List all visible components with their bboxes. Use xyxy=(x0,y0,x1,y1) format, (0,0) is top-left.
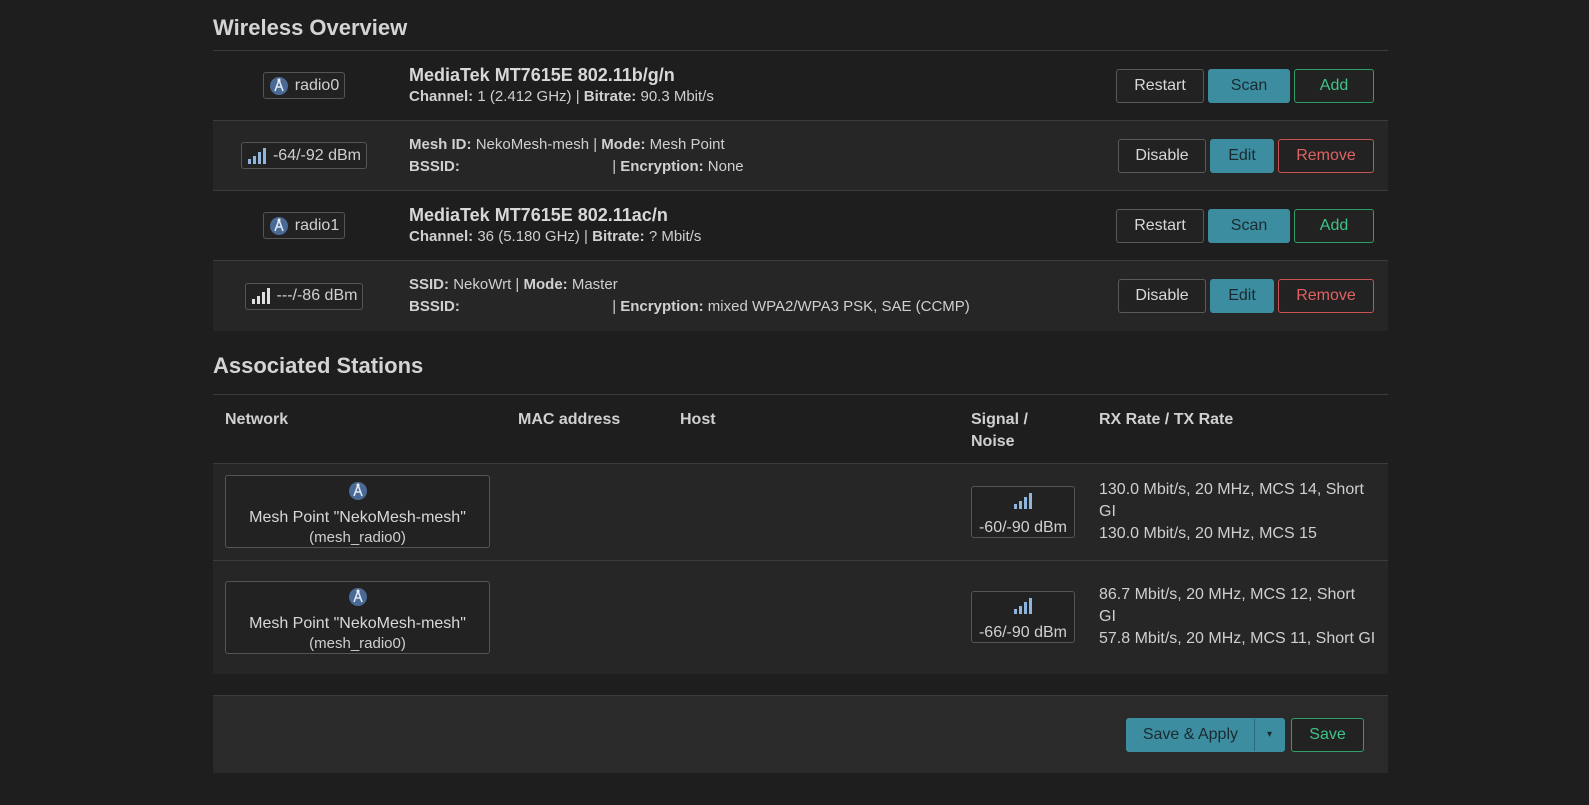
edit-button[interactable]: Edit xyxy=(1210,138,1274,173)
save-button[interactable]: Save xyxy=(1291,717,1364,752)
network-row-master: ---/-86 dBm SSID: NekoWrt | Mode: Master… xyxy=(213,261,1388,331)
stations-table: Network MAC address Host Signal / Noise … xyxy=(213,395,1388,674)
radio-badge: radio0 xyxy=(262,72,346,99)
wifi-radio-icon xyxy=(348,587,368,607)
col-signal-noise: Signal / Noise xyxy=(959,395,1087,464)
network-line-1: Mesh ID: NekoMesh-mesh | Mode: Mesh Poin… xyxy=(409,135,725,153)
remove-button[interactable]: Remove xyxy=(1278,279,1374,313)
table-row: Mesh Point "NekoMesh-mesh" (mesh_radio0)… xyxy=(213,560,1388,674)
host-cell xyxy=(668,463,959,561)
col-rx-tx-rate: RX Rate / TX Rate xyxy=(1087,395,1388,464)
network-line-1: SSID: NekoWrt | Mode: Master xyxy=(409,276,618,293)
disable-button[interactable]: Disable xyxy=(1118,279,1206,313)
mac-cell xyxy=(506,463,668,561)
radio-details: Channel: 1 (2.412 GHz) | Bitrate: 90.3 M… xyxy=(409,87,714,105)
form-footer: Save & Apply ▾ Save xyxy=(213,695,1388,773)
radio-title: MediaTek MT7615E 802.11b/g/n xyxy=(409,64,675,85)
add-button[interactable]: Add xyxy=(1294,68,1374,103)
col-mac-address: MAC address xyxy=(506,395,668,464)
signal-badge: ---/-86 dBm xyxy=(244,282,364,310)
chevron-down-icon[interactable]: ▾ xyxy=(1254,718,1284,751)
signal-strength-icon xyxy=(247,147,267,165)
save-apply-button[interactable]: Save & Apply xyxy=(1127,719,1254,751)
radio-details: Channel: 36 (5.180 GHz) | Bitrate: ? Mbi… xyxy=(409,227,702,245)
main-content: Wireless Overview radio0 MediaTek MT7615… xyxy=(213,0,1388,773)
signal-badge: -60/-90 dBm xyxy=(971,485,1075,538)
wifi-radio-icon xyxy=(269,76,289,96)
wireless-overview-title: Wireless Overview xyxy=(213,0,1388,51)
edit-button[interactable]: Edit xyxy=(1210,279,1274,313)
rate-cell: 130.0 Mbit/s, 20 MHz, MCS 14, Short GI 1… xyxy=(1087,463,1388,561)
host-cell xyxy=(668,560,959,674)
rate-cell: 86.7 Mbit/s, 20 MHz, MCS 12, Short GI 57… xyxy=(1087,560,1388,674)
scan-button[interactable]: Scan xyxy=(1208,68,1290,103)
table-header-row: Network MAC address Host Signal / Noise … xyxy=(213,395,1388,464)
radio-row-radio1: radio1 MediaTek MT7615E 802.11ac/n Chann… xyxy=(213,191,1388,261)
radio-badge: radio1 xyxy=(262,212,346,239)
restart-button[interactable]: Restart xyxy=(1116,68,1204,103)
network-badge[interactable]: Mesh Point "NekoMesh-mesh" (mesh_radio0) xyxy=(225,580,490,654)
radio-title: MediaTek MT7615E 802.11ac/n xyxy=(409,204,668,225)
signal-strength-icon xyxy=(1013,597,1033,615)
scan-button[interactable]: Scan xyxy=(1208,208,1290,243)
mac-cell xyxy=(506,560,668,674)
add-button[interactable]: Add xyxy=(1294,208,1374,243)
signal-badge: -66/-90 dBm xyxy=(971,591,1075,644)
table-row: Mesh Point "NekoMesh-mesh" (mesh_radio0)… xyxy=(213,463,1388,561)
remove-button[interactable]: Remove xyxy=(1278,138,1374,173)
network-row-mesh: -64/-92 dBm Mesh ID: NekoMesh-mesh | Mod… xyxy=(213,121,1388,191)
col-network: Network xyxy=(213,395,506,464)
col-host: Host xyxy=(668,395,959,464)
radio-row-radio0: radio0 MediaTek MT7615E 802.11b/g/n Chan… xyxy=(213,51,1388,121)
signal-strength-icon xyxy=(1013,492,1033,510)
save-apply-split-button: Save & Apply ▾ xyxy=(1125,717,1285,752)
network-line-2: BSSID: | Encryption: mixed WPA2/WPA3 PSK… xyxy=(409,298,970,315)
disable-button[interactable]: Disable xyxy=(1118,138,1206,173)
signal-strength-icon xyxy=(251,287,271,305)
restart-button[interactable]: Restart xyxy=(1116,208,1204,243)
wifi-radio-icon xyxy=(348,481,368,501)
network-line-2: BSSID: | Encryption: None xyxy=(409,157,744,175)
signal-badge: -64/-92 dBm xyxy=(240,142,368,169)
network-badge[interactable]: Mesh Point "NekoMesh-mesh" (mesh_radio0) xyxy=(225,475,490,548)
associated-stations-title: Associated Stations xyxy=(213,331,1388,395)
wifi-radio-icon xyxy=(269,216,289,236)
